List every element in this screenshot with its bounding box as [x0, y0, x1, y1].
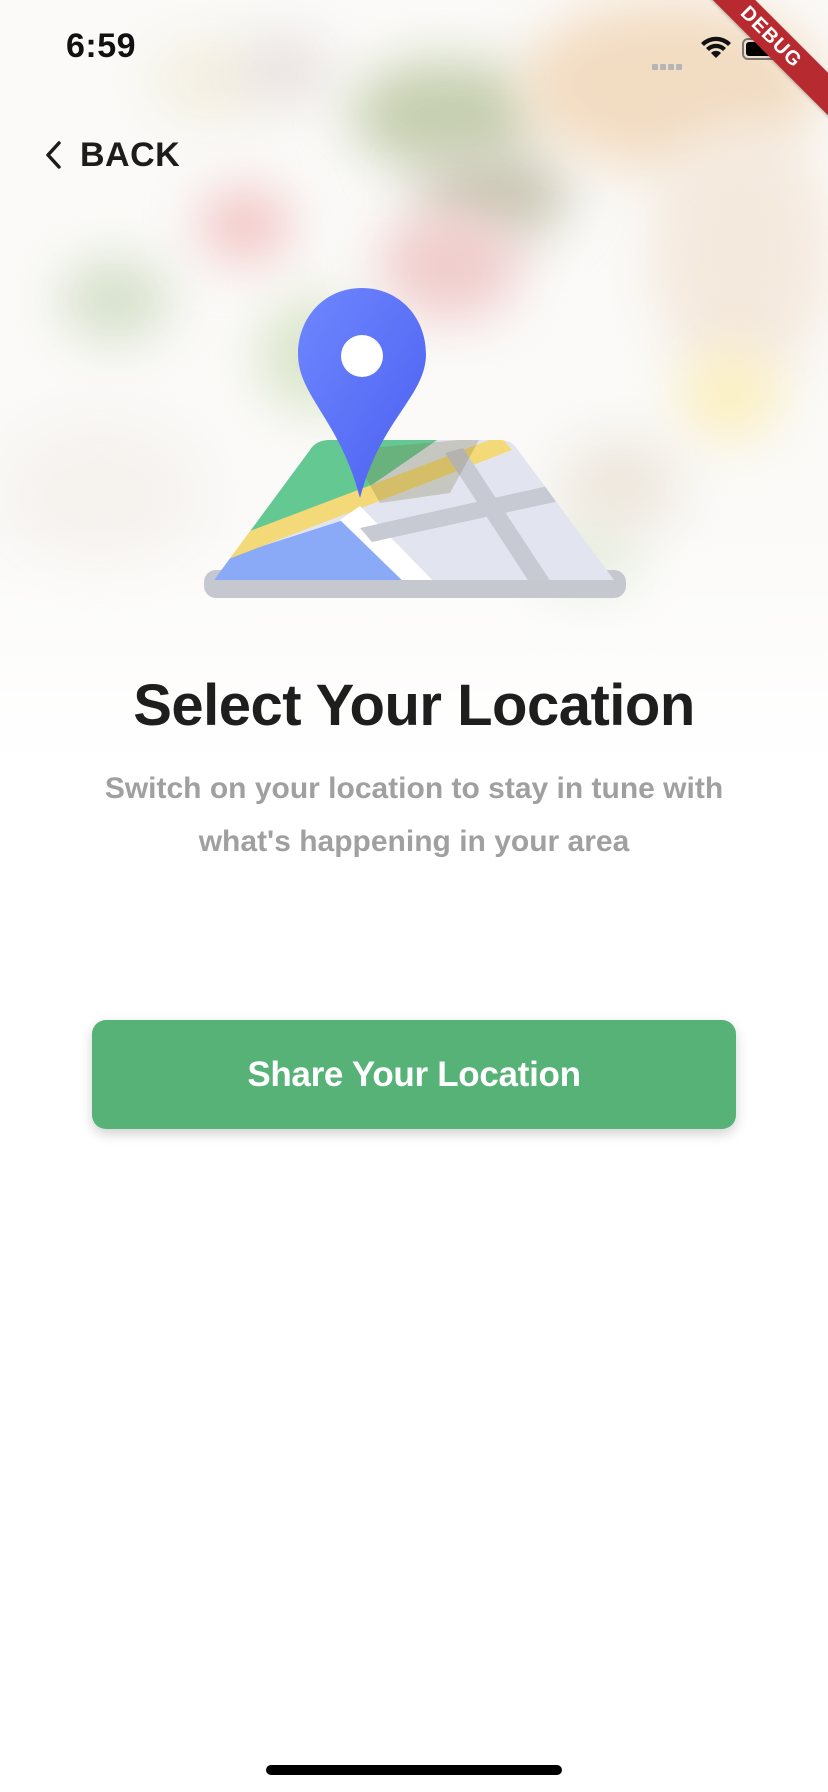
signal-icon: [652, 55, 690, 70]
status-bar: 6:59: [0, 0, 828, 100]
home-indicator[interactable]: [266, 1765, 562, 1775]
wifi-icon: [701, 36, 731, 58]
back-button[interactable]: BACK: [44, 132, 180, 178]
page-subtitle: Switch on your location to stay in tune …: [104, 772, 724, 858]
location-permission-screen: 6:59 DEBUG BACK Select Your Location Swi…: [0, 0, 828, 1792]
share-location-button[interactable]: Share Your Location: [92, 1020, 736, 1129]
map-pin-icon: [204, 288, 626, 598]
page-title: Select Your Location: [133, 673, 695, 738]
back-label: BACK: [80, 135, 181, 174]
status-time: 6:59: [66, 27, 137, 65]
chevron-left-icon: [46, 141, 61, 169]
share-location-button-label: Share Your Location: [247, 1054, 581, 1094]
